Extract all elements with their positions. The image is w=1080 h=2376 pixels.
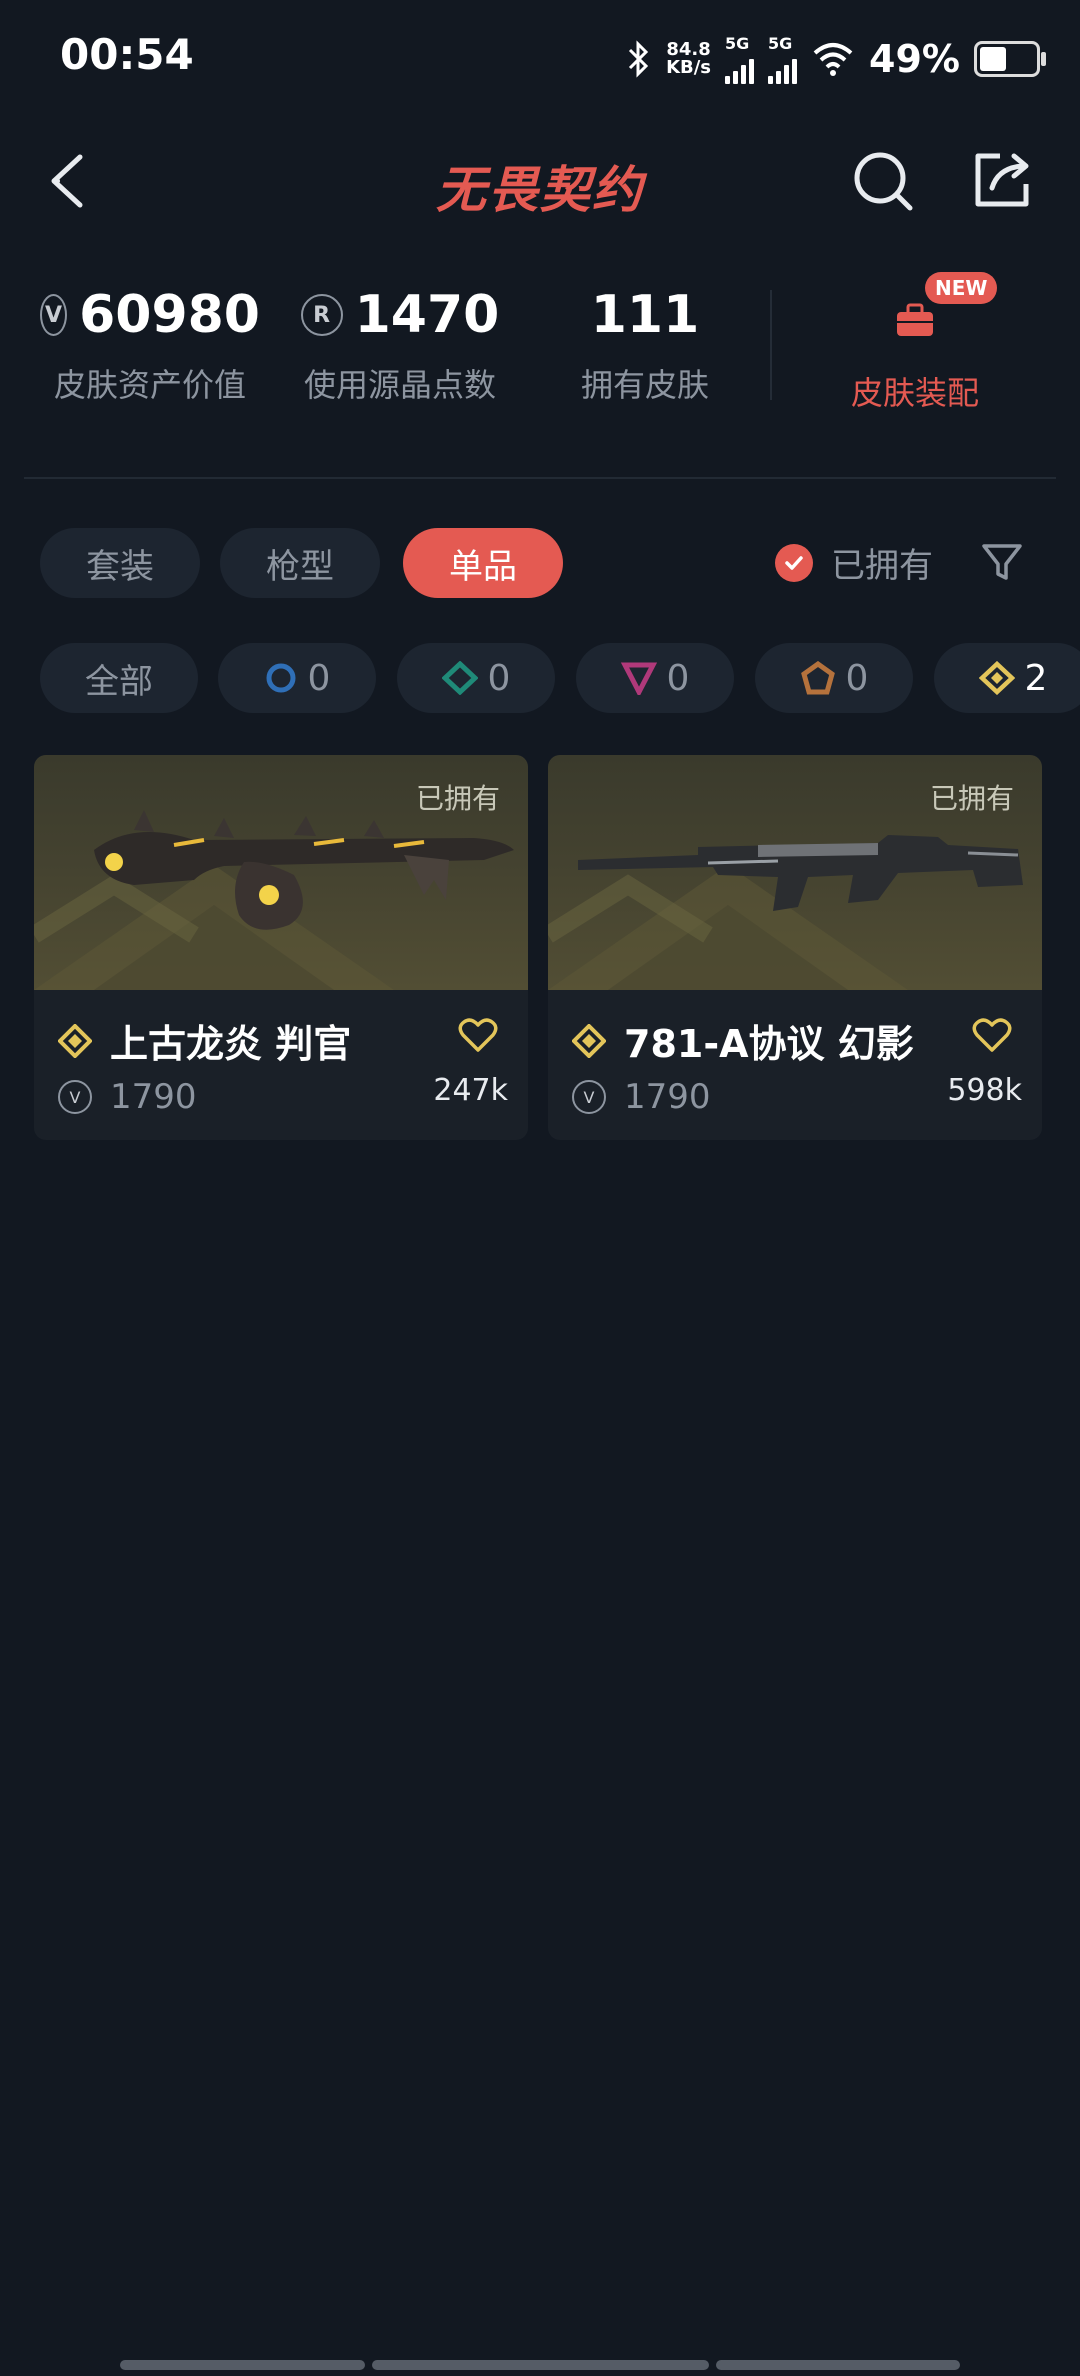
owned-skins-value: 111: [590, 285, 700, 345]
filter-icon[interactable]: [980, 540, 1024, 584]
premium-tier-icon: [620, 662, 657, 695]
skin-name: 781-A协议 幻影: [624, 1022, 914, 1066]
ultra-tier-icon: [58, 1023, 92, 1058]
owned-tag: 已拥有: [929, 782, 1014, 815]
clock: 00:54: [60, 30, 194, 79]
owned-skins-label: 拥有皮肤: [580, 366, 709, 404]
tab-single-items[interactable]: 单品: [403, 528, 563, 598]
tier-count: 0: [307, 657, 331, 699]
network-speed: 84.8 KB/s: [666, 41, 711, 77]
skin-name-row: 上古龙炎 判官: [58, 1013, 351, 1068]
signal-icon: 5G: [725, 34, 755, 84]
asset-value: 60980: [79, 285, 260, 345]
select-tier-icon: [266, 663, 296, 693]
tier-count: 0: [666, 657, 690, 699]
tier-chip-deluxe[interactable]: 0: [397, 643, 555, 713]
dragon-gun-image: [94, 810, 514, 930]
search-icon[interactable]: [850, 148, 916, 214]
exclusive-tier-icon: [800, 661, 835, 695]
skin-card[interactable]: 已拥有 781-A协议 幻影 V 1790 598k: [548, 755, 1042, 1140]
skin-loadout-button[interactable]: 皮肤装配: [840, 290, 990, 414]
header: 无畏契约: [0, 120, 1080, 240]
owned-skins-stat: 111 拥有皮肤: [560, 280, 730, 406]
skin-card[interactable]: 已拥有 上古龙炎 判官 V 1790 247k: [34, 755, 528, 1140]
radianite-stat: R 1470 使用源晶点数: [290, 280, 510, 406]
tier-chip-label: 全部: [85, 661, 153, 702]
tier-chip-exclusive[interactable]: 0: [755, 643, 913, 713]
network-speed-unit: KB/s: [666, 57, 712, 78]
radianite-label: 使用源晶点数: [303, 366, 496, 404]
heart-icon[interactable]: [972, 1017, 1012, 1053]
asset-value-label: 皮肤资产价值: [53, 366, 246, 404]
skin-image: 已拥有: [548, 755, 1042, 990]
valorant-points-icon: V: [40, 294, 68, 336]
section-divider: [24, 477, 1056, 479]
skin-name: 上古龙炎 判官: [110, 1022, 352, 1066]
tab-bundles[interactable]: 套装: [40, 528, 200, 598]
app-logo: 无畏契约: [436, 161, 644, 219]
tab-weapon-types[interactable]: 枪型: [220, 528, 380, 598]
skin-name-row: 781-A协议 幻影: [572, 1013, 914, 1068]
tier-count: 0: [487, 657, 511, 699]
valorant-points-icon: V: [572, 1080, 606, 1114]
battery-percent: 49%: [869, 37, 960, 81]
skin-price: V 1790: [572, 1077, 711, 1117]
skin-likes: 247k: [433, 1073, 508, 1108]
ultra-tier-icon: [978, 661, 1015, 695]
skin-loadout-label: 皮肤装配: [850, 374, 979, 412]
tier-count: 2: [1024, 657, 1048, 699]
nav-handle[interactable]: [716, 2360, 960, 2370]
skin-image: 已拥有: [34, 755, 528, 990]
battery-icon: [974, 41, 1046, 77]
check-icon: [775, 543, 813, 582]
nav-handle[interactable]: [372, 2360, 709, 2370]
deluxe-tier-icon: [441, 661, 478, 695]
radianite-icon: R: [300, 294, 343, 336]
tier-filter-chips: 全部 0 0 0 0 2: [40, 643, 1080, 713]
owned-filter-toggle[interactable]: 已拥有: [775, 538, 933, 587]
signal-icon: 5G: [768, 34, 798, 84]
nav-handle[interactable]: [120, 2360, 365, 2370]
skin-likes: 598k: [947, 1073, 1022, 1108]
skin-price: V 1790: [58, 1077, 197, 1117]
new-badge: NEW: [925, 272, 998, 304]
owned-filter-label: 已拥有: [831, 546, 933, 586]
tier-chip-premium[interactable]: 0: [576, 643, 734, 713]
bluetooth-icon: [629, 40, 649, 78]
status-bar: 00:54 84.8 KB/s 5G 5G 49%: [0, 0, 1080, 120]
tier-chip-all[interactable]: 全部: [40, 643, 198, 713]
signal-label: 5G: [725, 34, 750, 53]
owned-tag: 已拥有: [415, 782, 500, 815]
asset-value-stat: V 60980 皮肤资产价值: [40, 280, 260, 406]
status-icons: 84.8 KB/s 5G 5G 49%: [626, 34, 1046, 84]
loadout-bag-icon: [897, 303, 933, 336]
tier-count: 0: [845, 657, 869, 699]
tier-chip-select[interactable]: 0: [218, 643, 376, 713]
skin-price-value: 1790: [110, 1077, 197, 1117]
radianite-value: 1470: [354, 285, 500, 345]
wifi-icon: [813, 43, 853, 76]
stats-divider: [770, 290, 772, 400]
heart-icon[interactable]: [458, 1017, 498, 1053]
ultra-tier-icon: [572, 1023, 606, 1058]
signal-label: 5G: [768, 34, 793, 53]
skin-price-value: 1790: [624, 1077, 711, 1117]
tier-chip-ultra[interactable]: 2: [934, 643, 1080, 713]
valorant-points-icon: V: [58, 1080, 92, 1114]
share-icon[interactable]: [970, 146, 1036, 212]
phantom-gun-image: [578, 835, 1023, 911]
stats-panel: V 60980 皮肤资产价值 R 1470 使用源晶点数 111 拥有皮肤 皮肤…: [0, 260, 1080, 430]
